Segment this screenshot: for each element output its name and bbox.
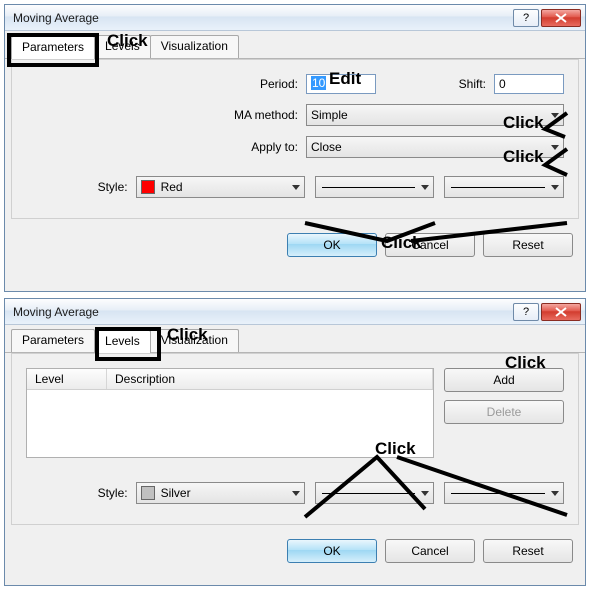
chevron-down-icon — [551, 491, 559, 496]
help-button[interactable]: ? — [513, 303, 539, 321]
chevron-down-icon — [421, 491, 429, 496]
line-preview — [322, 493, 416, 494]
tab-parameters[interactable]: Parameters — [11, 329, 95, 352]
style-label: Style: — [26, 486, 136, 500]
shift-input[interactable] — [494, 74, 564, 94]
ok-button[interactable]: OK — [287, 539, 377, 563]
line-preview — [451, 493, 545, 494]
line-preview — [451, 187, 545, 188]
col-description[interactable]: Description — [107, 369, 433, 389]
help-button[interactable]: ? — [513, 9, 539, 27]
ma-method-label: MA method: — [26, 108, 306, 122]
ma-method-combo[interactable]: Simple — [306, 104, 564, 126]
close-button[interactable] — [541, 303, 581, 321]
chevron-down-icon — [292, 491, 300, 496]
apply-to-combo[interactable]: Close — [306, 136, 564, 158]
window-title: Moving Average — [13, 305, 511, 319]
period-input[interactable]: 10 — [306, 74, 376, 94]
cancel-button[interactable]: Cancel — [385, 233, 475, 257]
titlebar[interactable]: Moving Average ? — [5, 299, 585, 325]
chevron-down-icon — [551, 113, 559, 118]
reset-button[interactable]: Reset — [483, 233, 573, 257]
titlebar[interactable]: Moving Average ? — [5, 5, 585, 31]
tab-strip: Parameters Levels Visualization — [5, 325, 585, 353]
color-swatch — [141, 486, 155, 500]
tab-visualization[interactable]: Visualization — [150, 329, 239, 352]
dialog-button-row: OK Cancel Reset — [5, 225, 585, 267]
style-color-combo[interactable]: Silver — [136, 482, 305, 504]
close-button[interactable] — [541, 9, 581, 27]
tab-strip: Parameters Levels Visualization — [5, 31, 585, 59]
dialog-button-row: OK Cancel Reset — [5, 531, 585, 573]
style-linestyle-combo[interactable] — [315, 482, 435, 504]
window-title: Moving Average — [13, 11, 511, 25]
delete-button[interactable]: Delete — [444, 400, 564, 424]
moving-average-dialog-parameters: Moving Average ? Click Edit Click Click … — [4, 4, 586, 292]
tab-visualization[interactable]: Visualization — [150, 35, 239, 58]
chevron-down-icon — [421, 185, 429, 190]
chevron-down-icon — [551, 185, 559, 190]
style-linewidth-combo[interactable] — [444, 482, 564, 504]
line-preview — [322, 187, 416, 188]
parameters-pane: Period: 10 Shift: MA method: Simple Appl… — [11, 59, 579, 219]
chevron-down-icon — [292, 185, 300, 190]
chevron-down-icon — [551, 145, 559, 150]
shift-label: Shift: — [444, 77, 494, 91]
ok-button[interactable]: OK — [287, 233, 377, 257]
tab-levels[interactable]: Levels — [94, 35, 151, 58]
apply-to-label: Apply to: — [26, 140, 306, 154]
add-button[interactable]: Add — [444, 368, 564, 392]
color-swatch — [141, 180, 155, 194]
moving-average-dialog-levels: Moving Average ? Click Click Click Param… — [4, 298, 586, 586]
period-label: Period: — [26, 77, 306, 91]
levels-pane: Level Description Add Delete Style: Silv… — [11, 353, 579, 525]
tab-parameters[interactable]: Parameters — [11, 36, 95, 59]
style-linestyle-combo[interactable] — [315, 176, 435, 198]
style-color-combo[interactable]: Red — [136, 176, 305, 198]
col-level[interactable]: Level — [27, 369, 107, 389]
style-linewidth-combo[interactable] — [444, 176, 564, 198]
style-label: Style: — [26, 180, 136, 194]
list-header: Level Description — [27, 369, 433, 390]
cancel-button[interactable]: Cancel — [385, 539, 475, 563]
tab-levels[interactable]: Levels — [94, 330, 151, 353]
reset-button[interactable]: Reset — [483, 539, 573, 563]
levels-listbox[interactable]: Level Description — [26, 368, 434, 458]
